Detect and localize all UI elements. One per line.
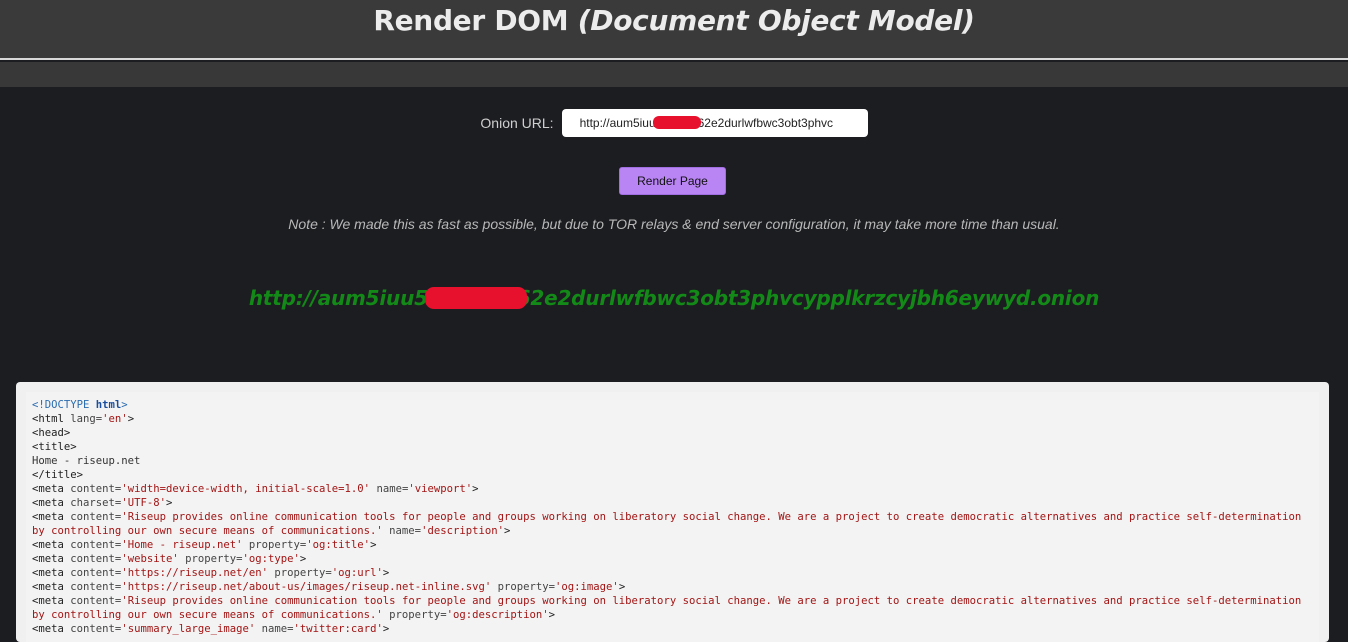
- code-token: <meta: [32, 539, 71, 551]
- code-line: <meta content='Riseup provides online co…: [32, 510, 1313, 538]
- code-token: <html: [32, 413, 71, 425]
- code-token: >: [121, 399, 128, 411]
- code-token: 'summary_large_image': [121, 623, 256, 635]
- code-token: >: [618, 581, 626, 593]
- code-line: <meta content='website' property='og:typ…: [32, 552, 1313, 566]
- code-line: <meta charset='UTF-8'>: [32, 496, 1313, 510]
- code-token: property=: [491, 581, 556, 593]
- code-token: >: [472, 483, 479, 495]
- code-line: <meta content='summary_large_image' name…: [32, 622, 1313, 636]
- dom-source-code: <!DOCTYPE html> <html lang='en'> <head> <ti…: [32, 398, 1313, 636]
- code-token: >: [299, 553, 307, 565]
- code-token: property=: [382, 609, 447, 621]
- code-token: >: [127, 413, 135, 425]
- code-token: 'og:type': [242, 553, 300, 565]
- code-line: <meta content='width=device-width, initi…: [32, 482, 1313, 496]
- code-token: 'og:title': [306, 539, 371, 551]
- code-token: property=: [178, 553, 243, 565]
- code-token: html: [95, 399, 122, 411]
- code-token: 'https://riseup.net/en': [121, 567, 269, 579]
- code-token: 'Home - riseup.net': [121, 539, 243, 551]
- code-token: <title>: [32, 441, 77, 453]
- code-token: charset=: [70, 497, 122, 509]
- code-token: 'Riseup provides online communication to…: [32, 511, 1308, 537]
- code-token: content=: [70, 567, 122, 579]
- code-token: 'og:description': [446, 609, 549, 621]
- code-token: >: [548, 609, 556, 621]
- redaction-mark: [653, 116, 701, 129]
- code-token: content=: [70, 553, 122, 565]
- code-token: <head>: [32, 427, 71, 439]
- code-token: content=: [70, 581, 122, 593]
- dom-output-panel[interactable]: <!DOCTYPE html> <html lang='en'> <head> <ti…: [16, 382, 1329, 642]
- code-token: content=: [70, 511, 122, 523]
- code-token: content=: [70, 539, 122, 551]
- code-token: lang=: [70, 413, 103, 425]
- code-token: property=: [242, 539, 307, 551]
- sub-navbar: [0, 62, 1348, 87]
- code-token: >: [370, 539, 377, 551]
- code-token: 'en': [102, 413, 128, 425]
- code-line: </title>: [32, 468, 1313, 482]
- code-token: <meta: [32, 595, 71, 607]
- code-token: name=: [382, 525, 422, 537]
- code-token: >: [504, 525, 511, 537]
- code-token: </title>: [32, 469, 84, 481]
- onion-url-input-value: http://aum5iuu vfx62e2durlwfbwc3obt3phvc: [579, 116, 834, 130]
- code-token: property=: [268, 567, 332, 579]
- code-token: >: [382, 567, 390, 579]
- code-line: <head>: [32, 426, 1313, 440]
- code-token: >: [165, 497, 173, 509]
- code-token: <meta: [32, 511, 71, 523]
- code-token: <meta: [32, 497, 71, 509]
- code-token: <meta: [32, 623, 71, 635]
- code-line: <meta content='Home - riseup.net' proper…: [32, 538, 1313, 552]
- code-line: Home - riseup.net: [32, 454, 1313, 468]
- rendered-onion-url[interactable]: http://aum5iuu5 fx62e2durlwfbwc3obt3phvc…: [0, 286, 1348, 310]
- code-token: name=: [370, 483, 409, 495]
- code-token: 'og:image': [555, 581, 619, 593]
- code-token: Home - riseup.net: [32, 455, 141, 467]
- code-token: <meta: [32, 483, 71, 495]
- code-token: content=: [70, 483, 122, 495]
- page-title-main: Render DOM: [373, 4, 578, 37]
- code-token: 'UTF-8': [121, 497, 166, 509]
- page-title: Render DOM (Document Object Model): [0, 0, 1348, 37]
- page-header: Render DOM (Document Object Model): [0, 0, 1348, 60]
- note-text: Note : We made this as fast as possible,…: [288, 216, 1060, 232]
- rendered-onion-url-text: http://aum5iuu5 fx62e2durlwfbwc3obt3phvc…: [248, 286, 1100, 310]
- code-token: 'width=device-width, initial-scale=1.0': [121, 483, 371, 495]
- code-token: <meta: [32, 567, 71, 579]
- code-token: 'og:url': [331, 567, 383, 579]
- code-line: <meta content='https://riseup.net/en' pr…: [32, 566, 1313, 580]
- code-token: >: [382, 623, 390, 635]
- code-token: 'https://riseup.net/about-us/images/rise…: [121, 581, 492, 593]
- dom-output-inner: <!DOCTYPE html> <html lang='en'> <head> <ti…: [26, 392, 1319, 642]
- code-token: 'description': [421, 525, 504, 537]
- code-line: <html lang='en'>: [32, 412, 1313, 426]
- code-token: 'twitter:card': [293, 623, 383, 635]
- page-title-italic: (Document Object Model): [577, 4, 975, 37]
- code-token: <meta: [32, 581, 71, 593]
- code-token: <!DOCTYPE: [32, 399, 96, 411]
- code-token: name=: [255, 623, 294, 635]
- render-page-button[interactable]: Render Page: [619, 167, 726, 195]
- code-token: <meta: [32, 553, 71, 565]
- code-line: <!DOCTYPE html>: [32, 398, 1313, 412]
- code-token: 'viewport': [408, 483, 473, 495]
- redaction-mark: [425, 287, 527, 309]
- code-line: <meta content='https://riseup.net/about-…: [32, 580, 1313, 594]
- onion-url-input[interactable]: http://aum5iuu vfx62e2durlwfbwc3obt3phvc: [561, 109, 868, 137]
- code-token: content=: [70, 595, 122, 607]
- onion-url-label: Onion URL:: [480, 115, 554, 131]
- code-token: content=: [70, 623, 122, 635]
- code-token: 'website': [121, 553, 179, 565]
- code-line: <title>: [32, 440, 1313, 454]
- code-line: <meta content='Riseup provides online co…: [32, 594, 1313, 622]
- code-token: 'Riseup provides online communication to…: [32, 595, 1308, 621]
